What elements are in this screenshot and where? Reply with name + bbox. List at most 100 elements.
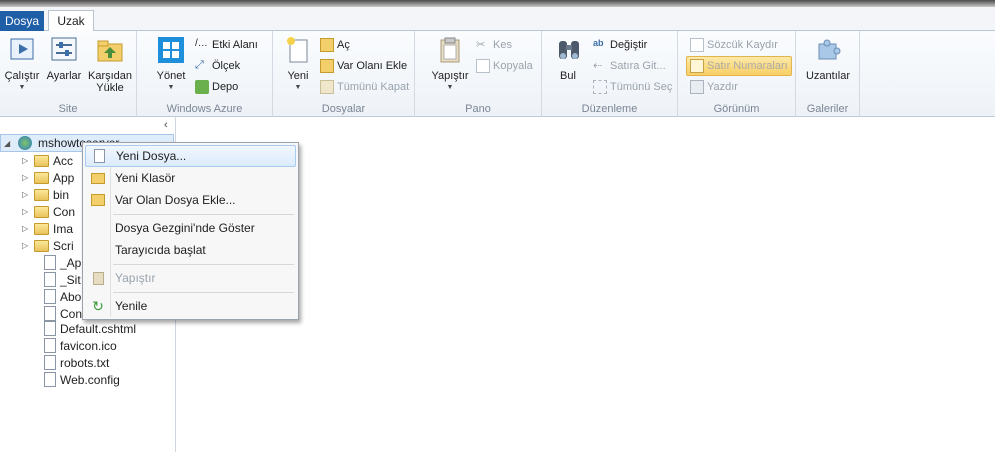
- line-numbers-toggle[interactable]: Satır Numaraları: [686, 56, 792, 76]
- menu-label: Var Olan Dosya Ekle...: [115, 193, 236, 207]
- copy-icon: [476, 59, 490, 73]
- open-folder-icon: [320, 38, 334, 52]
- file-icon: [44, 321, 56, 336]
- tree-folder-item[interactable]: ▷ Ima: [22, 220, 73, 237]
- puzzle-icon: [818, 39, 841, 60]
- file-icon: [44, 289, 56, 304]
- open-label: Aç: [337, 39, 350, 51]
- domain-button[interactable]: /… Etki Alanı: [195, 36, 258, 54]
- add-existing-label: Var Olanı Ekle: [337, 60, 408, 72]
- tab-remote[interactable]: Uzak: [48, 10, 94, 32]
- tree-folder-item[interactable]: ▷ Acc: [22, 152, 73, 169]
- scale-button[interactable]: ⤢ Ölçek: [195, 57, 240, 75]
- group-galleries: Uzantılar Galeriler: [796, 31, 860, 117]
- collapse-pane-icon[interactable]: ‹: [164, 119, 168, 131]
- folder-label: Con: [53, 204, 76, 219]
- file-label: Web.config: [60, 372, 120, 387]
- goto-line-button[interactable]: ⇠ Satıra Git...: [593, 57, 666, 75]
- editor-area[interactable]: [177, 117, 995, 452]
- folder-icon: [34, 205, 49, 218]
- tree-file-item[interactable]: robots.txt: [44, 354, 109, 371]
- upload-button[interactable]: Karşıdan Yükle: [86, 35, 134, 94]
- paste-icon: [440, 37, 460, 63]
- print-label: Yazdır: [707, 81, 738, 93]
- chevron-down-icon: ▼: [446, 84, 454, 91]
- close-all-label: Tümünü Kapat: [337, 81, 410, 93]
- menu-item-new-file[interactable]: Yeni Dosya...: [85, 145, 296, 167]
- window-title-bar: [0, 0, 995, 7]
- tree-folder-item[interactable]: ▷ App: [22, 169, 74, 186]
- replace-button[interactable]: ab Değiştir: [593, 36, 647, 54]
- cut-button[interactable]: ✂ Kes: [476, 36, 512, 54]
- menu-item-launch-in-browser[interactable]: Tarayıcıda başlat: [85, 239, 296, 261]
- close-all-button[interactable]: Tümünü Kapat: [320, 78, 409, 96]
- menu-label: Yenile: [115, 299, 148, 313]
- tree-file-item[interactable]: favicon.ico: [44, 337, 117, 354]
- menu-item-show-in-explorer[interactable]: Dosya Gezgini'nde Göster: [85, 217, 296, 239]
- paste-label: Yapıştır: [431, 70, 469, 82]
- file-label: _Sit: [60, 272, 81, 287]
- word-wrap-toggle[interactable]: Sözcük Kaydır: [690, 36, 778, 54]
- settings-label: Ayarlar: [46, 70, 82, 82]
- find-button[interactable]: Bul: [554, 35, 582, 82]
- paste-icon: [85, 271, 111, 285]
- tree-file-item[interactable]: Web.config: [44, 371, 120, 388]
- manage-button[interactable]: Yönet ▼: [154, 35, 188, 94]
- file-label: Abo: [60, 289, 82, 304]
- group-clipboard: Yapıştır ▼ ✂ Kes Kopyala Pano: [415, 31, 542, 117]
- tree-file-item[interactable]: _Ap: [44, 254, 81, 271]
- folder-icon: [34, 222, 49, 235]
- group-label-view: Görünüm: [713, 103, 760, 115]
- menu-item-new-folder[interactable]: Yeni Klasör: [85, 167, 296, 189]
- windows-logo-icon: [158, 37, 184, 63]
- extensions-button[interactable]: Uzantılar: [802, 35, 854, 82]
- ribbon-tab-row: Dosya Uzak: [0, 7, 995, 32]
- menu-item-refresh[interactable]: ↻ Yenile: [85, 295, 296, 317]
- paste-button[interactable]: Yapıştır ▼: [429, 35, 471, 94]
- collapsed-arrow-icon[interactable]: ▷: [22, 173, 30, 182]
- new-button[interactable]: Yeni ▼: [283, 35, 313, 94]
- tree-folder-item[interactable]: ▷ bin: [22, 186, 69, 203]
- expanded-arrow-icon[interactable]: ◢: [4, 139, 12, 148]
- extensions-label: Uzantılar: [805, 70, 851, 82]
- folder-label: App: [53, 170, 75, 185]
- print-button[interactable]: Yazdır: [690, 78, 738, 96]
- add-existing-file-icon: [85, 194, 111, 206]
- open-button[interactable]: Aç: [320, 36, 350, 54]
- tree-file-item[interactable]: Default.cshtml: [44, 320, 136, 337]
- tree-file-item[interactable]: Abo: [44, 288, 81, 305]
- tree-folder-item[interactable]: ▷ Con: [22, 203, 75, 220]
- file-icon: [44, 338, 56, 353]
- tree-folder-item[interactable]: ▷ Scri: [22, 237, 74, 254]
- ribbon: Çalıştır ▼ Ayarlar Karşıdan Yükle Site Y…: [0, 31, 995, 117]
- collapsed-arrow-icon[interactable]: ▷: [22, 190, 30, 199]
- collapsed-arrow-icon[interactable]: ▷: [22, 156, 30, 165]
- collapsed-arrow-icon[interactable]: ▷: [22, 224, 30, 233]
- add-existing-button[interactable]: Var Olanı Ekle: [320, 57, 407, 75]
- settings-button[interactable]: Ayarlar: [46, 35, 82, 82]
- collapsed-arrow-icon[interactable]: ▷: [22, 207, 30, 216]
- new-file-icon: [86, 149, 112, 163]
- line-numbers-label: Satır Numaraları: [707, 60, 788, 72]
- replace-label: Değiştir: [610, 39, 648, 51]
- run-icon: [10, 38, 34, 60]
- tab-file[interactable]: Dosya: [0, 11, 44, 31]
- group-label-clipboard: Pano: [465, 103, 491, 115]
- select-all-button[interactable]: Tümünü Seç: [593, 78, 672, 96]
- group-view: Sözcük Kaydır Satır Numaraları Yazdır Gö…: [678, 31, 796, 117]
- menu-item-paste[interactable]: Yapıştır: [85, 267, 296, 289]
- folder-icon: [34, 154, 49, 167]
- printer-icon: [690, 80, 704, 94]
- binoculars-icon: [559, 41, 579, 59]
- menu-item-add-existing-file[interactable]: Var Olan Dosya Ekle...: [85, 189, 296, 211]
- find-label: Bul: [560, 70, 576, 82]
- tree-file-item[interactable]: _Sit: [44, 271, 81, 288]
- copy-button[interactable]: Kopyala: [476, 57, 533, 75]
- group-label-azure: Windows Azure: [166, 103, 243, 115]
- chevron-down-icon: ▼: [18, 84, 26, 91]
- goto-line-label: Satıra Git...: [610, 60, 666, 72]
- collapsed-arrow-icon[interactable]: ▷: [22, 241, 30, 250]
- run-button[interactable]: Çalıştır ▼: [4, 35, 40, 94]
- storage-button[interactable]: Depo: [195, 78, 238, 96]
- add-existing-icon: [320, 59, 334, 73]
